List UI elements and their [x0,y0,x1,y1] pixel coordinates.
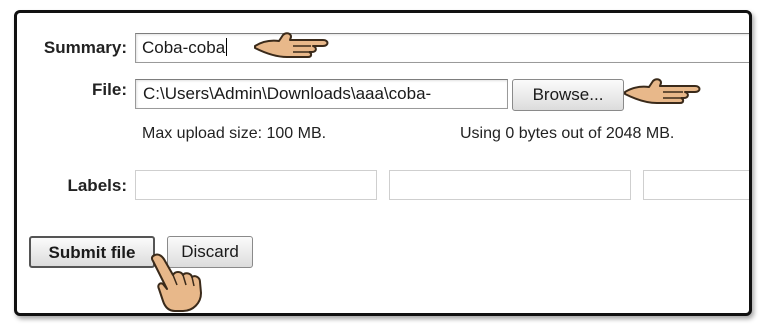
text-caret [226,38,228,56]
file-label: File: [92,80,127,99]
summary-value: Coba-coba [142,38,226,57]
labels-label: Labels: [67,176,127,195]
storage-usage-text: Using 0 bytes out of 2048 MB. [460,125,675,142]
upload-form-panel: Summary: Coba-coba File: C:\Users\Admin\… [14,10,752,316]
summary-label: Summary: [43,38,127,57]
label-input-2[interactable] [389,170,631,200]
summary-input[interactable]: Coba-coba [135,33,749,63]
max-upload-size-text: Max upload size: 100 MB. [142,125,327,142]
submit-file-button[interactable]: Submit file [29,236,155,268]
browse-button[interactable]: Browse... [512,79,624,111]
label-input-1[interactable] [135,170,377,200]
file-path-value: C:\Users\Admin\Downloads\aaa\coba- [143,84,432,103]
pointing-hand-icon [624,78,701,104]
file-path-input[interactable]: C:\Users\Admin\Downloads\aaa\coba- [135,79,508,109]
pointing-hand-icon [254,32,329,58]
label-input-3[interactable] [643,170,749,200]
pointing-hand-icon [150,253,202,312]
